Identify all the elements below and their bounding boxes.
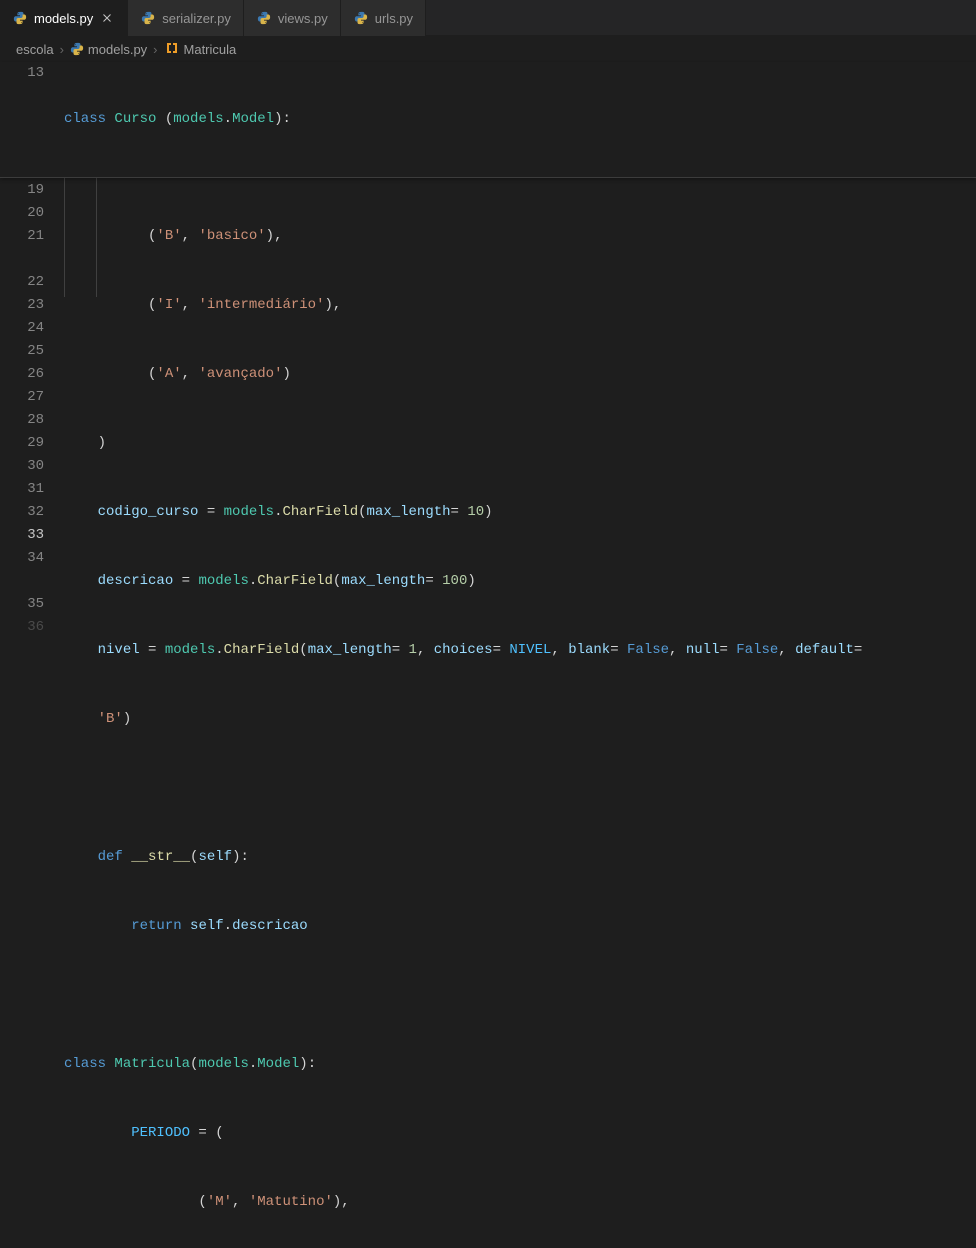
tab-label: serializer.py <box>162 11 231 26</box>
tab-label: models.py <box>34 11 93 26</box>
chevron-right-icon: › <box>151 42 159 57</box>
breadcrumb-folder[interactable]: escola <box>16 42 54 57</box>
python-icon <box>140 10 156 26</box>
line-number: 33 <box>0 524 44 547</box>
line-number: 22 <box>0 271 44 294</box>
sticky-scroll[interactable]: 13 class Curso (models.Model): <box>0 62 976 178</box>
line-number: 20 <box>0 202 44 225</box>
line-number: 34 <box>0 547 44 593</box>
line-number: 19 <box>0 179 44 202</box>
line-number: 27 <box>0 386 44 409</box>
line-number: 29 <box>0 432 44 455</box>
breadcrumb: escola › models.py › Matricula <box>0 36 976 62</box>
python-icon <box>353 10 369 26</box>
line-number: 26 <box>0 363 44 386</box>
tab-serializer[interactable]: serializer.py <box>128 0 244 36</box>
tab-label: views.py <box>278 11 328 26</box>
line-number: 24 <box>0 317 44 340</box>
close-icon[interactable] <box>99 10 115 26</box>
chevron-right-icon: › <box>58 42 66 57</box>
line-number: 13 <box>0 62 44 85</box>
breadcrumb-symbol[interactable]: Matricula <box>164 40 237 59</box>
tab-label: urls.py <box>375 11 413 26</box>
line-number: 21 <box>0 225 44 271</box>
tab-urls[interactable]: urls.py <box>341 0 426 36</box>
python-icon <box>12 10 28 26</box>
line-number: 28 <box>0 409 44 432</box>
symbol-class-icon <box>164 40 180 59</box>
breadcrumb-symbol-label: Matricula <box>184 42 237 57</box>
breadcrumb-file[interactable]: models.py <box>70 42 147 57</box>
line-number: 35 <box>0 593 44 616</box>
code-line: class Curso (models.Model): <box>64 108 976 131</box>
tab-bar: models.py serializer.py views.py urls.py <box>0 0 976 36</box>
tab-views[interactable]: views.py <box>244 0 341 36</box>
python-icon <box>256 10 272 26</box>
tab-models[interactable]: models.py <box>0 0 128 36</box>
line-number: 36 <box>0 616 44 639</box>
line-number: 31 <box>0 478 44 501</box>
line-number: 32 <box>0 501 44 524</box>
line-number: 23 <box>0 294 44 317</box>
breadcrumb-file-label: models.py <box>88 42 147 57</box>
line-number: 25 <box>0 340 44 363</box>
line-number: 30 <box>0 455 44 478</box>
